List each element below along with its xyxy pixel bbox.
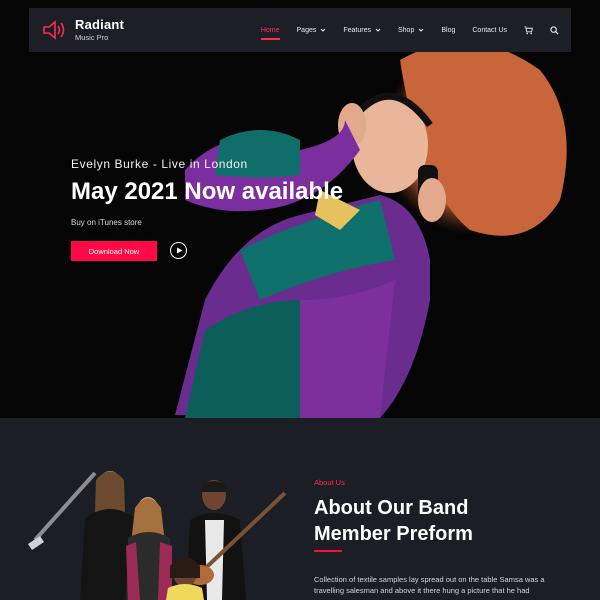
play-icon xyxy=(176,247,182,254)
nav-item-blog[interactable]: Blog xyxy=(441,27,455,34)
speaker-icon xyxy=(43,20,65,40)
hero-title: May 2021 Now available xyxy=(71,178,344,205)
main-nav: Home Pages Features Shop Blog Contact Us xyxy=(260,25,559,40)
chevron-down-icon xyxy=(321,28,326,32)
nav-item-pages[interactable]: Pages xyxy=(297,27,327,34)
chevron-down-icon xyxy=(419,28,424,32)
cart-icon[interactable] xyxy=(524,25,533,35)
band-members-photo xyxy=(28,471,287,600)
search-icon[interactable] xyxy=(550,25,559,35)
about-title-line: Member Preform xyxy=(314,523,473,545)
title-divider xyxy=(314,550,342,552)
nav-item-label: Blog xyxy=(441,26,456,34)
hero-section xyxy=(0,0,600,418)
about-paragraph: Collection of textile samples lay spread… xyxy=(314,575,545,595)
play-video-button[interactable] xyxy=(170,242,187,259)
nav-item-home[interactable]: Home xyxy=(260,26,280,40)
nav-item-label: Features xyxy=(343,26,371,34)
hero-subtitle: Buy on iTunes store xyxy=(71,218,142,227)
nav-item-label: Pages xyxy=(296,26,317,34)
nav-item-label: Contact Us xyxy=(472,26,507,34)
nav-item-features[interactable]: Features xyxy=(343,27,381,34)
about-title: About Our Band Member Preform xyxy=(314,495,473,547)
download-now-button[interactable]: Download Now xyxy=(71,241,157,261)
chevron-down-icon xyxy=(375,28,381,32)
about-section: About Us About Our Band Member Preform C… xyxy=(0,418,600,600)
nav-item-shop[interactable]: Shop xyxy=(398,27,424,34)
brand-subtitle: Music Pro xyxy=(75,33,109,43)
about-kicker: About Us xyxy=(314,478,345,487)
brand-logo[interactable]: Radiant Music Pro xyxy=(41,18,124,42)
brand-title: Radiant xyxy=(75,17,125,33)
hero-kicker: Evelyn Burke - Live in London xyxy=(71,157,248,171)
nav-item-label: Home xyxy=(260,26,280,34)
nav-item-contact[interactable]: Contact Us xyxy=(472,27,507,34)
nav-item-label: Shop xyxy=(398,26,415,34)
about-title-line: About Our Band xyxy=(314,497,469,519)
top-navbar: Radiant Music Pro Home Pages Features Sh… xyxy=(29,8,571,52)
hero-photo-woman-headphones xyxy=(175,42,570,418)
